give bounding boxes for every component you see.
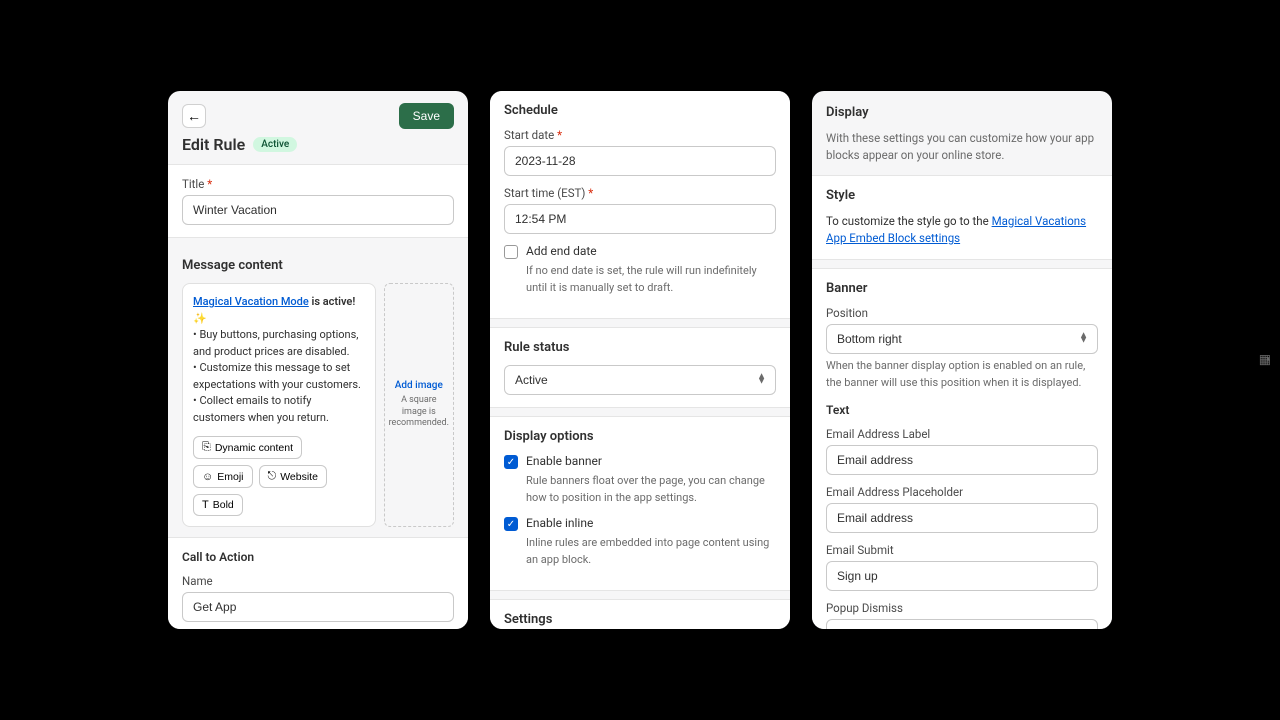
position-label: Position bbox=[826, 306, 1098, 320]
email-address-label-input[interactable] bbox=[826, 445, 1098, 475]
email-address-label-label: Email Address Label bbox=[826, 427, 1098, 441]
globe-icon: ⎋ bbox=[268, 470, 277, 483]
title-label: Title * bbox=[182, 177, 454, 191]
enable-banner-label: Enable banner bbox=[526, 454, 602, 468]
email-submit-input[interactable] bbox=[826, 561, 1098, 591]
add-end-date-label: Add end date bbox=[526, 244, 597, 258]
display-options-heading: Display options bbox=[504, 429, 776, 444]
message-bullet-2: • Customize this message to set expectat… bbox=[193, 360, 365, 393]
dynamic-content-button[interactable]: ⎘Dynamic content bbox=[193, 436, 302, 459]
emoji-button[interactable]: ☺Emoji bbox=[193, 465, 253, 488]
title-input[interactable] bbox=[182, 195, 454, 225]
message-link: Magical Vacation Mode bbox=[193, 295, 309, 308]
start-date-input[interactable] bbox=[504, 146, 776, 176]
popup-dismiss-input[interactable] bbox=[826, 619, 1098, 629]
display-description: With these settings you can customize ho… bbox=[826, 130, 1098, 165]
link-icon: ⎘ bbox=[202, 441, 211, 454]
add-end-date-hint: If no end date is set, the rule will run… bbox=[526, 263, 776, 296]
back-button[interactable]: ← bbox=[182, 104, 206, 128]
position-hint: When the banner display option is enable… bbox=[826, 358, 1098, 391]
enable-inline-label: Enable inline bbox=[526, 516, 593, 530]
text-heading: Text bbox=[826, 403, 1098, 417]
popup-dismiss-label: Popup Dismiss bbox=[826, 601, 1098, 615]
message-bullet-3: • Collect emails to notify customers whe… bbox=[193, 393, 365, 426]
display-heading: Display bbox=[826, 105, 1098, 120]
rule-status-heading: Rule status bbox=[504, 340, 776, 355]
emoji-icon: ☺ bbox=[202, 471, 213, 483]
save-button[interactable]: Save bbox=[399, 103, 454, 129]
message-editor[interactable]: Magical Vacation Mode is active! ✨ • Buy… bbox=[182, 283, 376, 527]
start-time-label: Start time (EST) * bbox=[504, 186, 776, 200]
enable-inline-hint: Inline rules are embedded into page cont… bbox=[526, 535, 776, 568]
enable-banner-checkbox[interactable]: ✓ bbox=[504, 455, 518, 469]
bold-icon: T bbox=[202, 499, 209, 511]
status-badge: Active bbox=[253, 137, 297, 152]
add-end-date-checkbox[interactable] bbox=[504, 245, 518, 259]
website-button[interactable]: ⎋Website bbox=[259, 465, 327, 488]
start-time-input[interactable] bbox=[504, 204, 776, 234]
settings-heading: Settings bbox=[504, 612, 776, 627]
arrow-left-icon: ← bbox=[187, 108, 201, 124]
enable-banner-hint: Rule banners float over the page, you ca… bbox=[526, 473, 776, 506]
add-image-dropzone[interactable]: Add image A square image is recommended. bbox=[384, 283, 454, 527]
rule-status-select[interactable] bbox=[504, 365, 776, 395]
email-address-placeholder-label: Email Address Placeholder bbox=[826, 485, 1098, 499]
banner-heading: Banner bbox=[826, 281, 1098, 296]
style-description: To customize the style go to the bbox=[826, 214, 992, 228]
page-title: Edit Rule bbox=[182, 135, 245, 154]
bold-button[interactable]: TBold bbox=[193, 494, 243, 516]
add-image-hint: A square image is recommended. bbox=[389, 395, 449, 430]
message-bullet-1: • Buy buttons, purchasing options, and p… bbox=[193, 327, 365, 360]
style-heading: Style bbox=[826, 188, 1098, 203]
cta-name-label: Name bbox=[182, 574, 454, 588]
email-address-placeholder-input[interactable] bbox=[826, 503, 1098, 533]
schedule-heading: Schedule bbox=[504, 103, 776, 118]
cta-name-input[interactable] bbox=[182, 592, 454, 622]
message-content-heading: Message content bbox=[182, 258, 454, 273]
position-select[interactable] bbox=[826, 324, 1098, 354]
enable-inline-checkbox[interactable]: ✓ bbox=[504, 517, 518, 531]
cta-heading: Call to Action bbox=[182, 550, 454, 564]
email-submit-label: Email Submit bbox=[826, 543, 1098, 557]
add-image-button[interactable]: Add image bbox=[395, 380, 443, 391]
start-date-label: Start date * bbox=[504, 128, 776, 142]
